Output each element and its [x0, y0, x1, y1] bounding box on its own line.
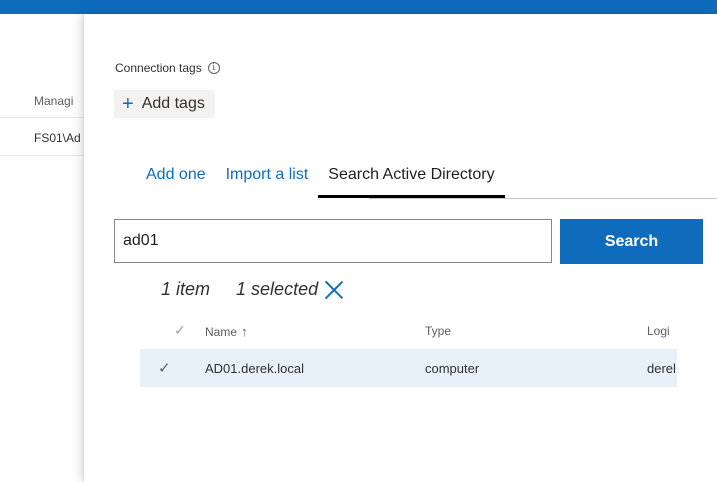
- row-check-icon[interactable]: ✓: [158, 359, 171, 377]
- info-icon[interactable]: i: [207, 62, 220, 74]
- row-login: derel: [647, 361, 676, 376]
- sort-ascending-icon: ↑: [241, 324, 248, 339]
- connection-tags-label: Connection tags i: [115, 61, 220, 75]
- tab-divider: [369, 198, 717, 199]
- background-row-cell[interactable]: FS01\Ad: [34, 131, 84, 145]
- column-header-type[interactable]: Type: [425, 324, 451, 338]
- search-button[interactable]: Search: [560, 219, 703, 264]
- background-divider: [0, 117, 84, 118]
- add-tags-button[interactable]: + Add tags: [114, 90, 215, 118]
- search-input[interactable]: ad01: [114, 219, 552, 263]
- item-count: 1 item: [161, 279, 211, 299]
- column-header-name[interactable]: Name ↑: [205, 324, 248, 339]
- background-column-header: Managi: [34, 94, 74, 108]
- row-name: AD01.derek.local: [205, 361, 304, 376]
- tab-import-list[interactable]: Import a list: [216, 164, 319, 198]
- row-type: computer: [425, 361, 480, 376]
- connection-tags-text: Connection tags: [115, 61, 202, 75]
- add-connection-panel: Connection tags i + Add tags Add one Imp…: [84, 14, 717, 482]
- selected-count: 1 selected: [236, 279, 319, 299]
- background-divider: [0, 155, 84, 156]
- tab-add-one[interactable]: Add one: [136, 164, 216, 198]
- table-row[interactable]: ✓ AD01.derek.local computer derel: [140, 349, 677, 387]
- plus-icon: +: [122, 93, 134, 115]
- grid-header: ✓ Name ↑ Type Logi: [140, 318, 677, 344]
- tab-bar: Add one Import a list Search Active Dire…: [136, 164, 505, 200]
- column-header-login[interactable]: Logi: [647, 324, 677, 338]
- add-tags-label: Add tags: [141, 95, 205, 112]
- tab-search-active-directory[interactable]: Search Active Directory: [318, 164, 505, 198]
- clear-selection-icon[interactable]: [324, 280, 344, 300]
- top-bar: [0, 0, 717, 14]
- column-header-name-label: Name: [205, 325, 238, 339]
- select-all-check-icon[interactable]: ✓: [174, 322, 186, 339]
- selection-status: 1 item 1 selected: [161, 279, 344, 300]
